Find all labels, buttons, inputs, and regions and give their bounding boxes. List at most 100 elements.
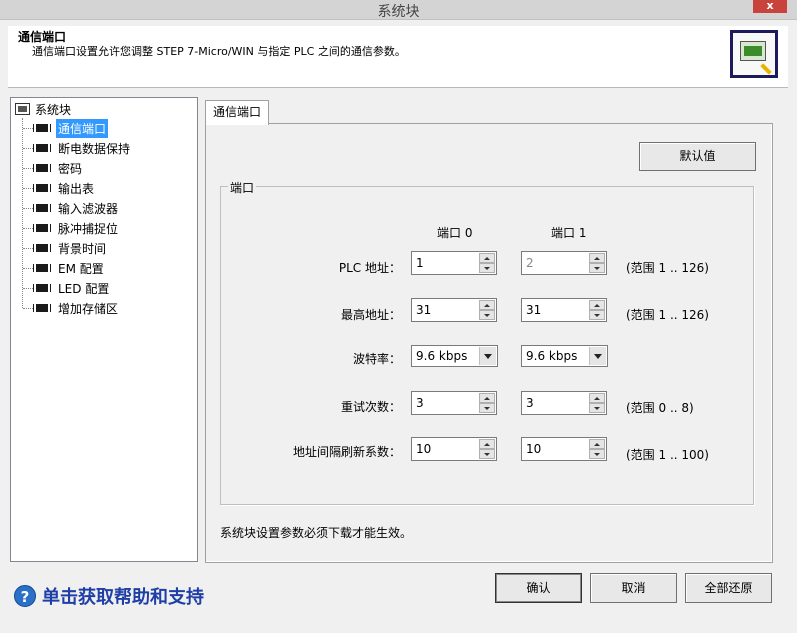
plc-address-range: (范围 1 .. 126): [626, 261, 709, 275]
retry-count-label: 重试次数：: [340, 400, 401, 414]
window-title: 系统块: [377, 4, 420, 20]
title-bar[interactable]: 系统块 x: [0, 0, 797, 20]
tree-item-label: LED 配置: [58, 281, 110, 296]
download-note: 系统块设置参数必须下载才能生效。: [220, 526, 413, 540]
help-link-text[interactable]: 单击获取帮助和支持: [42, 583, 204, 609]
tree-item-label: 脉冲捕捉位: [58, 221, 119, 236]
tree-item-output-table[interactable]: 输出表: [23, 179, 96, 197]
module-icon: [34, 224, 50, 232]
module-icon: [34, 264, 50, 272]
select-value: 9.6 kbps: [526, 349, 578, 363]
tree-item-background-time[interactable]: 背景时间: [23, 239, 108, 257]
tree-item-label: 通信端口: [56, 118, 109, 138]
dialog-header: 通信端口 通信端口设置允许您调整 STEP 7-Micro/WIN 与指定 PL…: [8, 26, 788, 88]
module-icon: [34, 204, 50, 212]
header-description: 通信端口设置允许您调整 STEP 7-Micro/WIN 与指定 PLC 之间的…: [32, 45, 406, 58]
close-button[interactable]: x: [753, 0, 787, 13]
chevron-down-icon[interactable]: [479, 347, 496, 365]
stepper-value: 10: [416, 442, 432, 456]
ok-button[interactable]: 确认: [495, 573, 582, 603]
spin-up-icon[interactable]: [589, 393, 605, 403]
tree-item-label: 密码: [58, 161, 83, 176]
port0-plc-address-stepper[interactable]: 1: [411, 251, 497, 275]
port0-header: 端口 0: [437, 226, 473, 240]
cancel-button[interactable]: 取消: [590, 573, 677, 603]
system-block-dialog: 系统块 x 通信端口 通信端口设置允许您调整 STEP 7-Micro/WIN …: [0, 0, 797, 633]
tree-item-em-config[interactable]: EM 配置: [23, 259, 106, 277]
default-values-button[interactable]: 默认值: [639, 142, 756, 171]
port1-retry-count-stepper[interactable]: 3: [521, 391, 607, 415]
spin-down-icon[interactable]: [589, 449, 605, 459]
tree-root-system-block[interactable]: 系统块: [15, 101, 71, 117]
stepper-value: 31: [526, 303, 542, 317]
spin-down-icon[interactable]: [479, 263, 495, 273]
restore-all-button[interactable]: 全部还原: [685, 573, 772, 603]
plc-address-label: PLC 地址：: [338, 261, 401, 275]
module-icon: [34, 184, 50, 192]
spin-up-icon[interactable]: [479, 300, 495, 310]
port1-baud-rate-select[interactable]: 9.6 kbps: [521, 345, 608, 367]
spin-up-icon[interactable]: [479, 253, 495, 263]
port0-retry-count-stepper[interactable]: 3: [411, 391, 497, 415]
spin-down-icon[interactable]: [589, 310, 605, 320]
port0-gap-factor-stepper[interactable]: 10: [411, 437, 497, 461]
navigation-tree[interactable]: 系统块 通信端口 断电数据保持 密码 输出表 输入滤波器 脉冲捕捉位 背景时间 …: [10, 97, 198, 562]
spin-down-icon[interactable]: [479, 403, 495, 413]
module-icon: [34, 284, 50, 292]
chevron-down-icon[interactable]: [589, 347, 606, 365]
port1-header: 端口 1: [551, 226, 587, 240]
port0-baud-rate-select[interactable]: 9.6 kbps: [411, 345, 498, 367]
help-icon[interactable]: ?: [14, 585, 36, 607]
stepper-value: 3: [416, 396, 424, 410]
tree-root-label: 系统块: [35, 102, 72, 117]
port0-highest-address-stepper[interactable]: 31: [411, 298, 497, 322]
spin-down-icon[interactable]: [589, 403, 605, 413]
baud-rate-label: 波特率：: [352, 352, 401, 366]
port1-highest-address-stepper[interactable]: 31: [521, 298, 607, 322]
tab-comm-port[interactable]: 通信端口: [205, 100, 269, 125]
spin-down-icon: [589, 263, 605, 273]
tree-item-led-config[interactable]: LED 配置: [23, 279, 111, 297]
spin-down-icon[interactable]: [479, 310, 495, 320]
stepper-value: 3: [526, 396, 534, 410]
port1-plc-address-stepper: 2: [521, 251, 607, 275]
spin-up-icon[interactable]: [589, 300, 605, 310]
select-value: 9.6 kbps: [416, 349, 468, 363]
system-block-tree-icon: [15, 103, 30, 115]
spin-up-icon: [589, 253, 605, 263]
tree-item-label: 断电数据保持: [58, 141, 131, 156]
stepper-value: 10: [526, 442, 542, 456]
gap-factor-label: 地址间隔刷新系数：: [292, 445, 401, 459]
tree-item-input-filter[interactable]: 输入滤波器: [23, 199, 120, 217]
tree-item-retentive[interactable]: 断电数据保持: [23, 139, 132, 157]
tree-item-label: 输入滤波器: [58, 201, 119, 216]
gap-factor-range: (范围 1 .. 100): [626, 448, 709, 462]
spin-up-icon[interactable]: [589, 439, 605, 449]
tree-item-comm-port[interactable]: 通信端口: [23, 118, 109, 138]
stepper-value: 2: [526, 256, 534, 270]
groupbox-legend: 端口: [228, 179, 257, 196]
highest-address-range: (范围 1 .. 126): [626, 308, 709, 322]
stepper-value: 1: [416, 256, 424, 270]
tree-item-label: EM 配置: [58, 261, 104, 276]
module-icon: [34, 304, 50, 312]
tree-item-password[interactable]: 密码: [23, 159, 84, 177]
help-link[interactable]: ? 单击获取帮助和支持: [14, 583, 204, 609]
tree-item-pulse-catch[interactable]: 脉冲捕捉位: [23, 219, 120, 237]
spin-down-icon[interactable]: [479, 449, 495, 459]
module-icon: [34, 244, 50, 252]
retry-count-range: (范围 0 .. 8): [626, 401, 694, 415]
module-icon: [34, 164, 50, 172]
tree-item-label: 输出表: [58, 181, 95, 196]
tree-item-label: 增加存储区: [58, 301, 119, 316]
tree-item-label: 背景时间: [58, 241, 107, 256]
system-block-icon: [730, 30, 778, 78]
module-icon: [34, 124, 50, 132]
spin-up-icon[interactable]: [479, 393, 495, 403]
module-icon: [34, 144, 50, 152]
stepper-value: 31: [416, 303, 432, 317]
spin-up-icon[interactable]: [479, 439, 495, 449]
port1-gap-factor-stepper[interactable]: 10: [521, 437, 607, 461]
tree-item-add-memory[interactable]: 增加存储区: [23, 299, 120, 317]
highest-address-label: 最高地址：: [340, 308, 401, 322]
